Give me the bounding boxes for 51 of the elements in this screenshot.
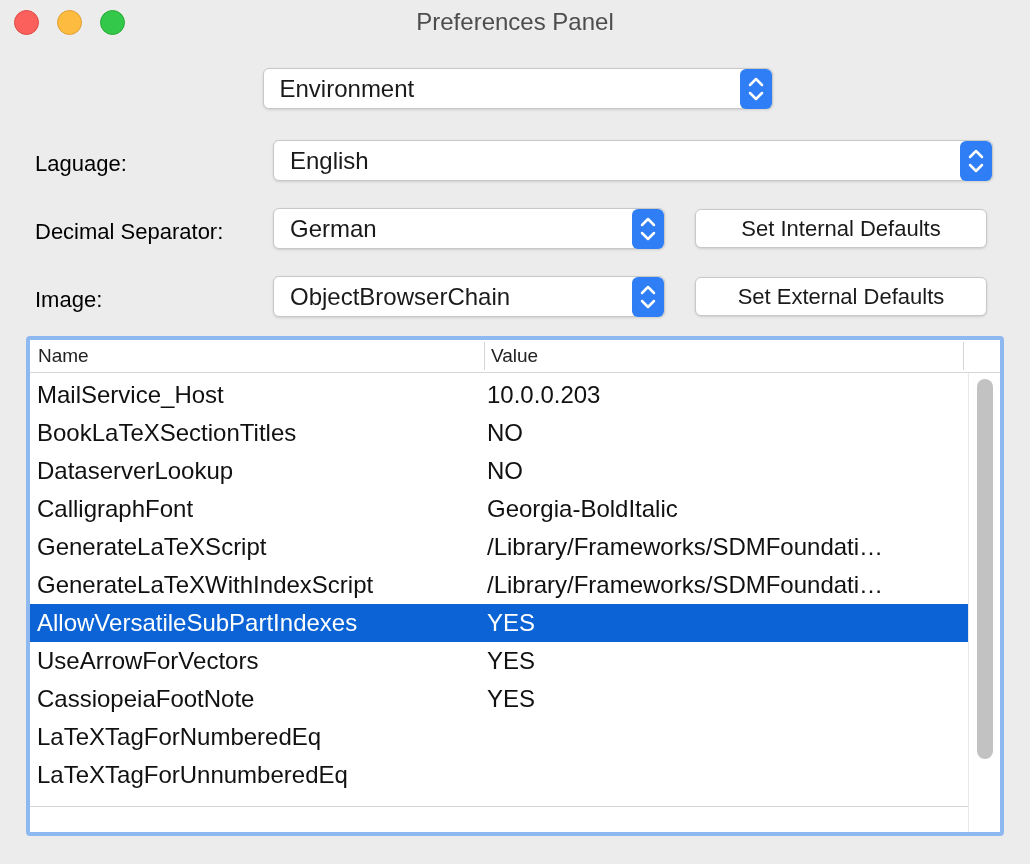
- close-button[interactable]: [14, 9, 39, 35]
- name-cell-text: LaTeXTagForUnnumberedEq: [36, 760, 349, 790]
- table-row[interactable]: AllowVersatileSubPartIndexes YES: [30, 604, 968, 642]
- popup-button[interactable]: Environment: [262, 68, 773, 109]
- table-row[interactable]: LaTeXTagForUnnumberedEq: [30, 756, 968, 794]
- table-row[interactable]: GenerateLaTeXScript /Library/Frameworks/SDMFoundati…: [30, 528, 968, 566]
- name-cell-text: AllowVersatileSubPartIndexes: [36, 608, 359, 638]
- name-cell-text: CalligraphFont: [36, 494, 195, 524]
- table-row[interactable]: MailService_Host 10.0.0.203: [30, 376, 968, 414]
- table-row[interactable]: CalligraphFont Georgia-BoldItalic: [30, 490, 968, 528]
- name-cell-text: GenerateLaTeXScript: [36, 532, 268, 562]
- popup-button[interactable]: ObjectBrowserChain: [273, 276, 665, 317]
- name-cell-text: DataserverLookup: [36, 456, 235, 486]
- value-cell-text: NO: [487, 418, 523, 448]
- column-header[interactable]: Name: [30, 341, 485, 371]
- value-cell-text: YES: [487, 684, 536, 714]
- table-row[interactable]: LaTeXTagForNumberedEq: [30, 718, 968, 756]
- minimize-button[interactable]: [57, 9, 82, 35]
- table-row[interactable]: BookLaTeXSectionTitles NO: [30, 414, 968, 452]
- name-cell-text: CassiopeiaFootNote: [36, 684, 256, 714]
- table-row[interactable]: CassiopeiaFootNote YES: [30, 680, 968, 718]
- value-cell-text: NO: [487, 456, 523, 486]
- name-cell-text: BookLaTeXSectionTitles: [36, 418, 298, 448]
- value-cell-text: YES: [487, 646, 536, 676]
- zoom-button[interactable]: [100, 9, 125, 35]
- table-row[interactable]: GenerateLaTeXWithIndexScript /Library/Frameworks/SDMFoundati…: [30, 566, 968, 604]
- table-row[interactable]: UseArrowForVectors YES: [30, 642, 968, 680]
- stepper-icon: [960, 140, 992, 181]
- popup-button[interactable]: English: [273, 140, 993, 181]
- name-cell-text: UseArrowForVectors: [36, 646, 260, 676]
- popup-button[interactable]: German: [273, 208, 665, 249]
- name-cell-text: MailService_Host: [36, 380, 225, 410]
- column-header[interactable]: Value: [485, 341, 964, 371]
- field-label: Image:: [35, 286, 104, 314]
- stepper-icon: [632, 208, 664, 249]
- table-row[interactable]: DataserverLookup NO: [30, 452, 968, 490]
- value-cell-text: 10.0.0.203: [487, 380, 601, 410]
- defaults-button[interactable]: Set External Defaults: [695, 277, 987, 316]
- value-cell-text: /Library/Frameworks/SDMFoundati…: [487, 532, 884, 562]
- stepper-icon: [739, 68, 772, 109]
- name-cell-text: LaTeXTagForNumberedEq: [36, 722, 323, 752]
- field-label: Decimal Separator:: [35, 218, 225, 246]
- stepper-icon: [632, 276, 664, 317]
- scrollbar-thumb[interactable]: [976, 379, 993, 759]
- window-title: Preferences Panel: [416, 7, 614, 37]
- value-cell-text: Georgia-BoldItalic: [487, 494, 678, 524]
- value-cell-text: YES: [487, 608, 536, 638]
- value-cell-text: /Library/Frameworks/SDMFoundati…: [487, 570, 884, 600]
- name-cell-text: GenerateLaTeXWithIndexScript: [36, 570, 375, 600]
- defaults-button[interactable]: Set Internal Defaults: [695, 209, 987, 248]
- field-label: Laguage:: [35, 150, 128, 178]
